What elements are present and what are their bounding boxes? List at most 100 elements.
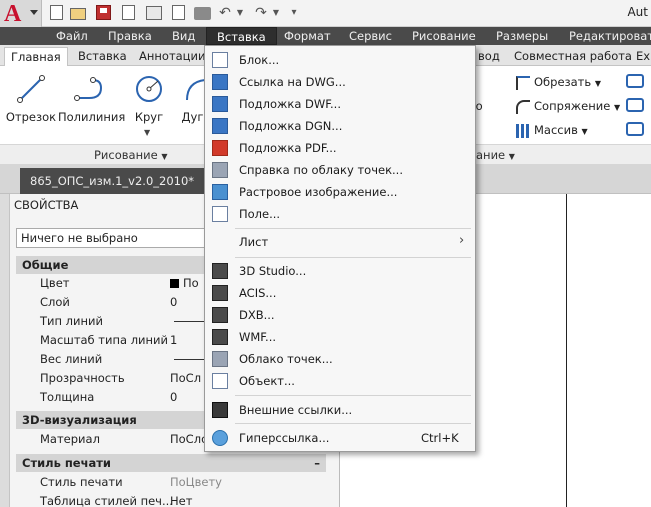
menu-dimension[interactable]: Размеры: [496, 27, 548, 45]
panel-draw-title-text: Рисование: [94, 148, 158, 162]
prop-row-plot-style[interactable]: Стиль печати ПоЦвету: [16, 473, 326, 492]
menu-item-hyperlink[interactable]: Гиперссылка... Ctrl+K: [205, 427, 475, 449]
circle-tool[interactable]: Круг ▼: [124, 66, 174, 142]
chevron-down-icon[interactable]: ▼: [144, 128, 150, 137]
palette-side-strip[interactable]: [0, 194, 10, 507]
block-icon: [212, 52, 228, 68]
menu-item-label: Объект...: [239, 374, 295, 388]
fillet-tool[interactable]: Сопряжение ▼: [516, 98, 620, 116]
menu-item-wmf[interactable]: WMF...: [205, 326, 475, 348]
prop-row-plot-style-table[interactable]: Таблица стилей печ... Нет: [16, 492, 326, 507]
menu-item-field[interactable]: Поле...: [205, 203, 475, 225]
polyline-tool-label: Полилиния: [58, 110, 126, 124]
menu-item-dwf-underlay[interactable]: Подложка DWF...: [205, 93, 475, 115]
selection-dropdown[interactable]: Ничего не выбрано: [16, 228, 206, 248]
menu-tools[interactable]: Сервис: [349, 27, 392, 45]
raster-image-icon: [212, 184, 228, 200]
menu-item-label: WMF...: [239, 330, 277, 344]
menu-item-external-references[interactable]: Внешние ссылки...: [205, 399, 475, 421]
dwg-reference-icon: [212, 74, 228, 90]
prop-name: Слой: [40, 295, 70, 309]
menu-bar: Файл Правка Вид Вставка Формат Сервис Ри…: [0, 27, 651, 45]
menu-item-3d-studio[interactable]: 3D Studio...: [205, 260, 475, 282]
menu-item-dgn-underlay[interactable]: Подложка DGN...: [205, 115, 475, 137]
chevron-down-icon: ▼: [161, 152, 168, 161]
menu-insert[interactable]: Вставка: [206, 27, 277, 45]
tab-home[interactable]: Главная: [4, 47, 68, 66]
menu-item-label: Блок...: [239, 53, 280, 67]
line-tool[interactable]: Отрезок: [4, 66, 58, 142]
menu-item-label: Справка по облаку точек...: [239, 163, 403, 177]
chevron-down-icon[interactable]: ▼: [582, 127, 588, 136]
menu-item-label: Поле...: [239, 207, 281, 221]
point-cloud-reference-icon: [212, 162, 228, 178]
chevron-down-icon[interactable]: ▼: [614, 103, 620, 112]
dgn-underlay-icon: [212, 118, 228, 134]
redo-icon[interactable]: ↷: [254, 4, 268, 22]
panel-draw-title[interactable]: Рисование ▼: [94, 148, 167, 162]
export-icon[interactable]: [172, 5, 185, 20]
dwf-underlay-icon: [212, 96, 228, 112]
menu-item-label: Подложка PDF...: [239, 141, 337, 155]
line-icon: [17, 75, 45, 103]
print-icon[interactable]: [194, 7, 211, 20]
save-icon[interactable]: [96, 5, 111, 20]
offset-icon[interactable]: [626, 122, 644, 136]
stretch-icon[interactable]: [626, 74, 644, 88]
menu-item-label: DXB...: [239, 308, 275, 322]
menu-item-pdf-underlay[interactable]: Подложка PDF...: [205, 137, 475, 159]
save-as-icon[interactable]: [122, 5, 135, 20]
array-tool[interactable]: Массив ▼: [516, 122, 588, 140]
new-icon[interactable]: [50, 5, 63, 20]
menu-modify[interactable]: Редактировать: [569, 27, 651, 45]
redo-dropdown-icon[interactable]: ▼: [272, 4, 280, 22]
application-menu-button[interactable]: A: [0, 0, 42, 27]
tab-annotate[interactable]: Аннотации: [139, 47, 205, 66]
section-plot-style[interactable]: Стиль печати –: [16, 454, 326, 472]
menu-item-dwg-reference[interactable]: Ссылка на DWG...: [205, 71, 475, 93]
menu-edit[interactable]: Правка: [108, 27, 152, 45]
properties-title: СВОЙСТВА: [14, 198, 79, 212]
web-mobile-icon[interactable]: [146, 6, 162, 20]
trim-tool[interactable]: Обрезать ▼: [516, 74, 601, 92]
menu-format[interactable]: Формат: [284, 27, 331, 45]
document-tab[interactable]: 865_ОПС_изм.1_v2.0_2010* ✕: [20, 168, 224, 194]
linetype-preview: [174, 321, 208, 322]
collapse-icon[interactable]: –: [314, 454, 320, 472]
tab-insert[interactable]: Вставка: [78, 47, 127, 66]
menu-draw[interactable]: Рисование: [412, 27, 476, 45]
menu-item-point-cloud[interactable]: Облако точек...: [205, 348, 475, 370]
menu-view[interactable]: Вид: [172, 27, 195, 45]
chevron-down-icon: [30, 10, 38, 15]
lineweight-preview: [174, 359, 208, 360]
chevron-down-icon[interactable]: ▼: [595, 79, 601, 88]
hyperlink-icon: [212, 430, 228, 446]
3ds-icon: [212, 263, 228, 279]
polyline-tool[interactable]: Полилиния: [58, 66, 126, 142]
tab-output-partial[interactable]: вод: [478, 47, 500, 66]
drawing-line: [566, 194, 567, 507]
undo-dropdown-icon[interactable]: ▼: [236, 4, 244, 22]
tab-collaborate[interactable]: Совместная работа: [514, 47, 632, 66]
customize-quick-access-icon[interactable]: ▾: [290, 4, 298, 22]
open-icon[interactable]: [70, 8, 86, 20]
menu-item-label: ACIS...: [239, 286, 277, 300]
menu-item-label: Подложка DWF...: [239, 97, 341, 111]
panel-modify-title[interactable]: ание ▼: [476, 148, 515, 162]
fillet-icon: [516, 99, 530, 114]
menu-item-acis[interactable]: ACIS...: [205, 282, 475, 304]
menu-file[interactable]: Файл: [56, 27, 88, 45]
title-bar: A ↶ ▼ ↷ ▼ ▾ Aut: [0, 0, 651, 27]
menu-item-ole-object[interactable]: Объект...: [205, 370, 475, 392]
undo-icon[interactable]: ↶: [218, 4, 232, 22]
menu-item-raster-image[interactable]: Растровое изображение...: [205, 181, 475, 203]
prop-value: ПоСло: [170, 432, 209, 446]
prop-name: Толщина: [40, 390, 95, 404]
array-icon: [516, 123, 530, 138]
menu-item-dxb[interactable]: DXB...: [205, 304, 475, 326]
scale-icon[interactable]: [626, 98, 644, 112]
tab-express-partial[interactable]: Ex: [636, 47, 650, 66]
menu-item-layout[interactable]: Лист ›: [205, 231, 475, 253]
menu-item-point-cloud-reference[interactable]: Справка по облаку точек...: [205, 159, 475, 181]
menu-item-block[interactable]: Блок...: [205, 49, 475, 71]
